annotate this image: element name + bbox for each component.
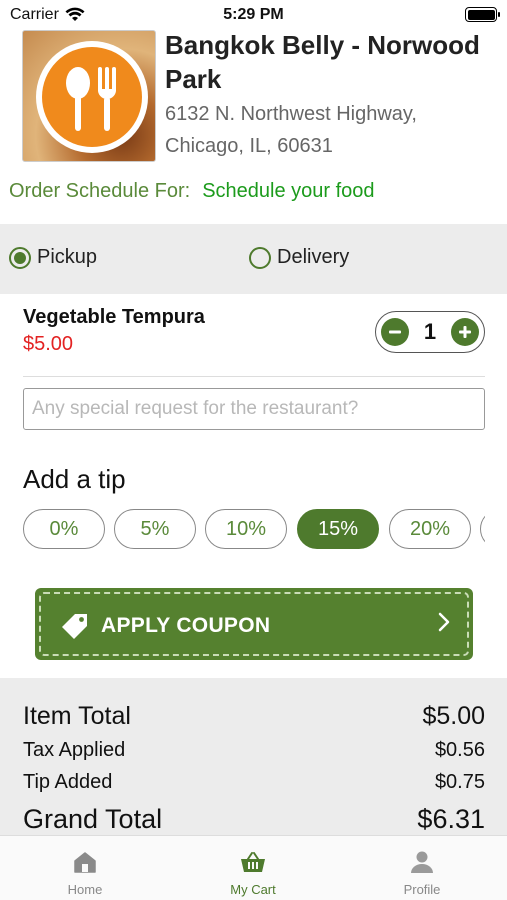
tip-option-more[interactable] bbox=[480, 509, 485, 549]
increase-quantity-button[interactable] bbox=[451, 318, 479, 346]
order-mode-selector: Pickup Delivery bbox=[0, 224, 507, 294]
tab-my-cart-label: My Cart bbox=[230, 882, 276, 897]
cart-item: Vegetable Tempura $5.00 1 bbox=[23, 306, 485, 356]
quantity-value: 1 bbox=[423, 319, 437, 344]
home-icon bbox=[74, 852, 96, 873]
status-bar: Carrier 5:29 PM bbox=[0, 0, 507, 30]
item-total-label: Item Total bbox=[23, 702, 131, 730]
tab-home[interactable]: Home bbox=[25, 848, 145, 897]
tag-icon bbox=[62, 614, 87, 639]
delivery-radio[interactable] bbox=[249, 246, 271, 269]
grand-total-value: $6.31 bbox=[417, 804, 485, 834]
tab-profile-label: Profile bbox=[403, 882, 441, 897]
order-totals: Item Total $5.00 Tax Applied $0.56 Tip A… bbox=[0, 678, 507, 838]
person-icon bbox=[411, 851, 433, 873]
item-divider bbox=[23, 376, 485, 377]
item-total-row: Item Total $5.00 bbox=[23, 702, 485, 731]
plus-icon bbox=[459, 326, 471, 338]
tip-option-0[interactable]: 0% bbox=[23, 509, 105, 549]
tip-option-10[interactable]: 10% bbox=[205, 509, 287, 549]
tab-bar: Home My Cart Profile bbox=[0, 835, 507, 900]
tip-value: $0.75 bbox=[434, 771, 485, 793]
minus-icon bbox=[389, 330, 401, 334]
chevron-right-icon bbox=[438, 612, 450, 632]
restaurant-header: Bangkok Belly - Norwood Park 6132 N. Nor… bbox=[22, 28, 492, 163]
tax-label: Tax Applied bbox=[23, 739, 126, 761]
pickup-radio[interactable] bbox=[9, 246, 31, 269]
tax-value: $0.56 bbox=[434, 739, 485, 761]
tax-row: Tax Applied $0.56 bbox=[23, 739, 485, 762]
pickup-option[interactable]: Pickup bbox=[9, 246, 97, 269]
address-line-1: 6132 N. Northwest Highway, bbox=[165, 103, 417, 125]
tab-my-cart[interactable]: My Cart bbox=[193, 848, 313, 897]
tip-row: Tip Added $0.75 bbox=[23, 771, 485, 794]
address-line-2: Chicago, IL, 60631 bbox=[165, 135, 333, 157]
delivery-label: Delivery bbox=[277, 246, 350, 268]
tip-option-15[interactable]: 15% bbox=[297, 509, 379, 549]
special-request-input[interactable] bbox=[23, 388, 485, 430]
grand-total-row: Grand Total $6.31 bbox=[23, 804, 485, 835]
tab-home-label: Home bbox=[67, 882, 103, 897]
apply-coupon-label: APPLY COUPON bbox=[101, 614, 271, 637]
order-schedule: Order Schedule For: Schedule your food bbox=[9, 180, 375, 203]
status-time: 5:29 PM bbox=[223, 6, 284, 23]
pickup-label: Pickup bbox=[37, 246, 98, 268]
basket-icon bbox=[241, 852, 265, 872]
tip-option-5[interactable]: 5% bbox=[114, 509, 196, 549]
tip-option-20[interactable]: 20% bbox=[389, 509, 471, 549]
battery-icon bbox=[465, 7, 500, 22]
tip-title: Add a tip bbox=[23, 464, 126, 494]
decrease-quantity-button[interactable] bbox=[381, 318, 409, 346]
item-total-value: $5.00 bbox=[422, 702, 485, 730]
apply-coupon-button[interactable]: APPLY COUPON bbox=[35, 588, 473, 660]
grand-total-label: Grand Total bbox=[23, 804, 163, 834]
restaurant-address: 6132 N. Northwest Highway, Chicago, IL, … bbox=[165, 98, 485, 162]
delivery-option[interactable]: Delivery bbox=[249, 246, 349, 269]
schedule-label: Order Schedule For: bbox=[9, 180, 191, 202]
quantity-stepper: 1 bbox=[375, 311, 485, 353]
tip-options: 0% 5% 10% 15% 20% bbox=[23, 509, 485, 551]
spoon-fork-logo bbox=[66, 67, 117, 131]
schedule-link[interactable]: Schedule your food bbox=[202, 180, 374, 203]
tab-profile[interactable]: Profile bbox=[362, 848, 482, 897]
restaurant-logo bbox=[22, 30, 156, 162]
restaurant-name: Bangkok Belly - Norwood Park bbox=[165, 30, 480, 94]
tip-label: Tip Added bbox=[23, 771, 113, 793]
